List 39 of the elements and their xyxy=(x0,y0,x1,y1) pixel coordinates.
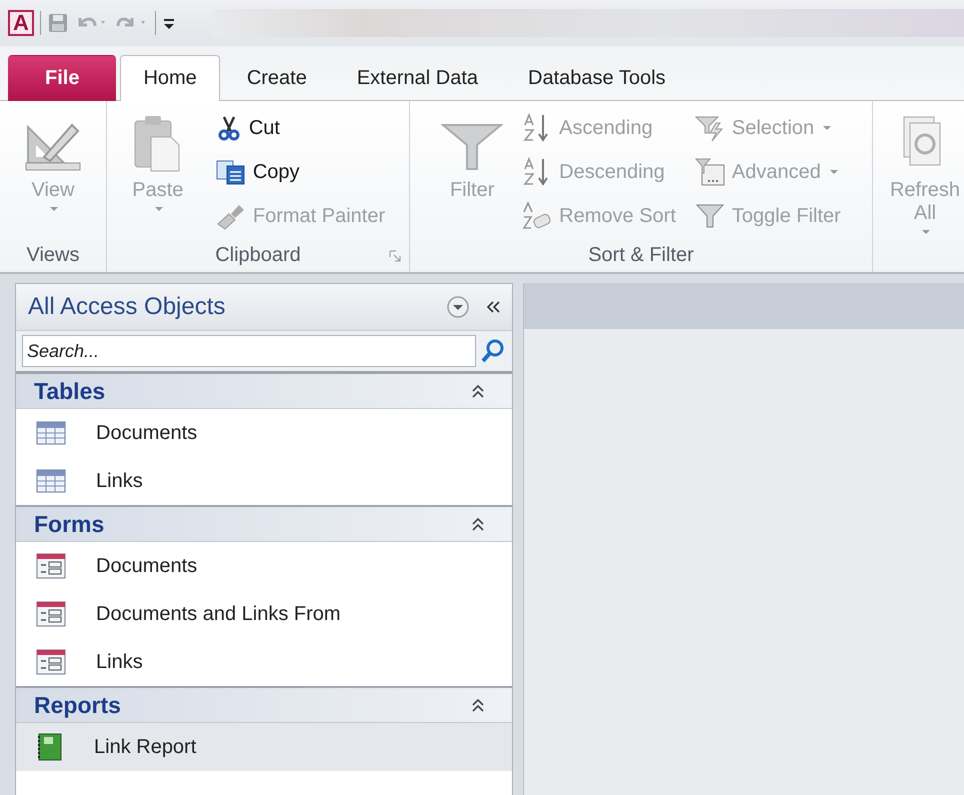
ribbon-tab[interactable]: External Data xyxy=(334,55,502,101)
eraser-icon xyxy=(521,201,554,231)
ribbon-tab[interactable]: Home xyxy=(120,55,220,101)
navigation-item[interactable]: Link Report xyxy=(16,723,512,771)
collapse-icon[interactable] xyxy=(484,299,502,315)
navigation-item[interactable]: Links xyxy=(16,457,512,505)
navigation-item[interactable]: Documents xyxy=(16,542,512,590)
group-header[interactable]: Reports xyxy=(16,688,512,723)
chevron-up-icon xyxy=(470,383,486,399)
navigation-item[interactable]: Links xyxy=(16,638,512,686)
ribbon-button[interactable]: Copy xyxy=(210,151,390,193)
search-icon[interactable] xyxy=(480,338,506,364)
ribbon-tab[interactable]: File xyxy=(8,55,116,101)
search-field[interactable]: Search... xyxy=(22,335,476,367)
chevron-up-icon xyxy=(470,697,486,713)
navigation-item[interactable]: Documents and Links From xyxy=(16,590,512,638)
copy-icon xyxy=(214,158,247,186)
group-label: Clipboard xyxy=(215,244,301,266)
app-logo[interactable]: A xyxy=(8,10,34,36)
group-header[interactable]: Forms xyxy=(16,507,512,542)
report-icon xyxy=(36,733,64,761)
navigation-item[interactable]: Documents xyxy=(16,409,512,457)
table-icon xyxy=(36,469,66,493)
dropdown-icon[interactable] xyxy=(446,295,470,319)
group-label: Views xyxy=(26,244,80,266)
table-icon xyxy=(36,421,66,445)
group-label: Sort & Filter xyxy=(588,244,694,266)
pane-title: All Access Objects xyxy=(28,293,226,321)
form-icon xyxy=(36,601,66,627)
ribbon-tab[interactable]: Create xyxy=(224,55,330,101)
ribbon-button[interactable]: Cut xyxy=(210,107,390,149)
brush-icon xyxy=(214,202,247,230)
ribbon-tab[interactable]: Database Tools xyxy=(505,55,689,101)
group-header[interactable]: Tables xyxy=(16,374,512,409)
form-icon xyxy=(36,553,66,579)
dialog-launcher-icon[interactable] xyxy=(389,250,401,262)
funnel-icon xyxy=(694,157,726,187)
form-icon xyxy=(36,649,66,675)
chevron-up-icon xyxy=(470,516,486,532)
